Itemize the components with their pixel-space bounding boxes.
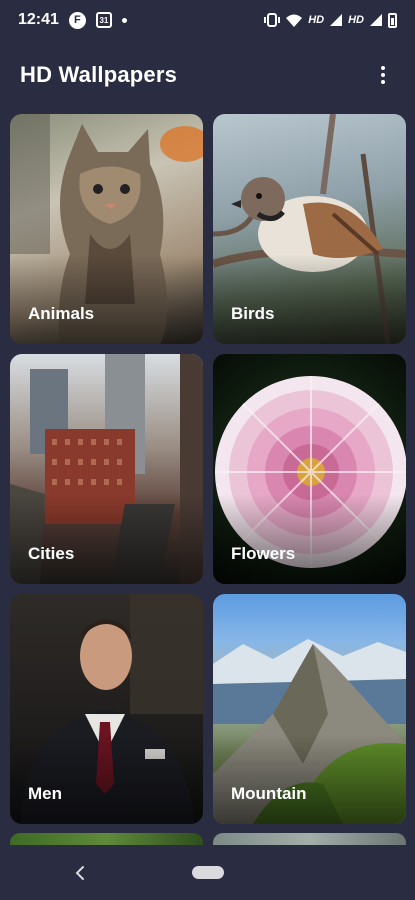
status-left: 12:41 F 31	[18, 11, 127, 29]
category-label: Men	[28, 784, 62, 803]
app-notification-icon: F	[68, 11, 86, 29]
app-bar: HD Wallpapers	[0, 52, 415, 98]
status-right: HD HD	[264, 12, 397, 28]
category-grid: Animals Birds Cities Flowers Men Mountai…	[10, 114, 407, 824]
hd-voice-label: HD	[308, 14, 325, 26]
category-label: Animals	[28, 304, 95, 323]
signal-icon-2	[370, 14, 382, 26]
calendar-icon: 31	[95, 12, 112, 28]
signal-icon	[330, 14, 343, 26]
category-card-birds[interactable]: Birds	[213, 114, 406, 344]
category-card-mountain[interactable]: Mountain	[213, 594, 406, 824]
category-label: Cities	[28, 544, 75, 563]
category-card-men[interactable]: Men	[10, 594, 203, 824]
wifi-icon	[286, 14, 303, 27]
category-card-animals[interactable]: Animals	[10, 114, 203, 344]
app-title: HD Wallpapers	[20, 62, 178, 87]
battery-icon	[388, 12, 397, 28]
status-bar: 12:41 F 31 HD HD	[0, 0, 415, 40]
hd-voice-label-2: HD	[348, 14, 364, 26]
notification-dot-icon	[121, 17, 127, 23]
category-label: Birds	[231, 304, 275, 323]
category-card-peek-left[interactable]	[10, 833, 203, 845]
more-vert-icon[interactable]	[371, 61, 395, 89]
chevron-left-icon[interactable]	[70, 863, 90, 883]
status-time: 12:41	[18, 11, 59, 28]
category-label: Flowers	[231, 544, 296, 563]
category-card-peek-right[interactable]	[213, 833, 406, 845]
category-label: Mountain	[231, 784, 307, 803]
category-card-cities[interactable]: Cities	[10, 354, 203, 584]
home-pill-icon[interactable]	[192, 866, 224, 879]
system-nav-bar	[0, 845, 415, 900]
vibrate-icon	[264, 13, 281, 27]
category-card-flowers[interactable]: Flowers	[213, 354, 406, 584]
